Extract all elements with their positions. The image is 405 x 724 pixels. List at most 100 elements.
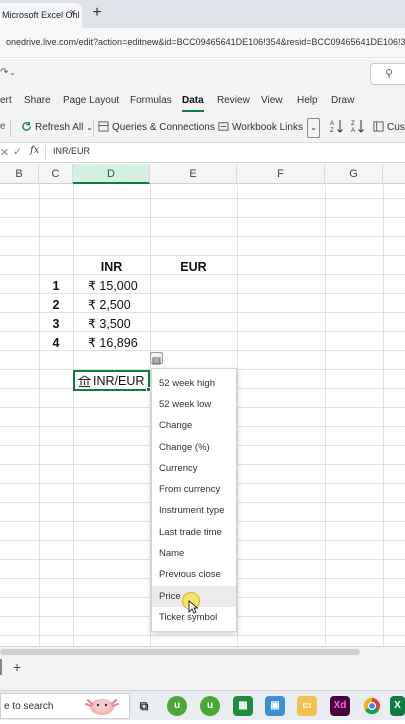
menu-item-change-percent[interactable]: Change (%) (152, 437, 236, 458)
formula-bar: ✕ ✓ fx INR/EUR (0, 143, 405, 163)
grid-line (0, 236, 405, 237)
formula-divider (45, 146, 46, 160)
selected-cell-d11[interactable]: INR/EUR (73, 370, 150, 391)
mouse-pointer-icon (188, 600, 198, 614)
task-view-icon[interactable]: ⧉ (134, 696, 154, 716)
svg-text:A: A (330, 121, 334, 127)
header-eur[interactable]: EUR (150, 258, 237, 277)
row-number-cell[interactable]: 1 (39, 277, 73, 296)
queries-connections-button[interactable]: Queries & Connections (98, 121, 215, 133)
column-header-f[interactable]: F (237, 164, 325, 184)
tab-formulas[interactable]: Formulas (130, 95, 172, 106)
search-box[interactable]: ⚲ (370, 63, 405, 85)
sheet-tab-divider (0, 659, 2, 675)
chevron-down-icon[interactable]: ⌄ (9, 68, 16, 77)
custom-sort-icon (373, 121, 384, 132)
inr-value-cell[interactable]: ₹ 3,500 (88, 315, 131, 334)
tab-review[interactable]: Review (217, 95, 250, 106)
insert-data-button[interactable] (150, 352, 163, 365)
sheet-tab-bar: + (0, 646, 405, 690)
menu-item-name[interactable]: Name (152, 543, 236, 564)
ribbon-fragment: e (0, 121, 6, 132)
insert-data-icon (152, 357, 161, 365)
svg-text:A: A (351, 128, 355, 133)
more-options-button[interactable]: ⌄ (307, 118, 320, 138)
grid-line (0, 635, 405, 636)
queries-label: Queries & Connections (112, 122, 215, 133)
address-bar[interactable]: onedrive.live.com/edit?action=editnew&id… (0, 28, 405, 58)
queries-icon (98, 121, 109, 132)
header-inr[interactable]: INR (73, 258, 150, 277)
new-tab-button[interactable]: + (88, 4, 106, 22)
row-number-cell[interactable]: 4 (39, 334, 73, 353)
chrome-icon[interactable] (362, 696, 382, 716)
tab-data[interactable]: Data (182, 95, 204, 106)
menu-item-instrument-type[interactable]: Instrument type (152, 500, 236, 521)
taskbar-search-text: e to search (4, 701, 54, 712)
tab-insert[interactable]: ert (0, 95, 12, 106)
ribbon-tabs: ert Share Page Layout Formulas Data Revi… (0, 89, 405, 113)
column-header-b[interactable]: B (0, 164, 39, 184)
search-icon: ⚲ (385, 68, 394, 80)
column-header-c[interactable]: C (39, 164, 73, 184)
excel-title-row: ↷ ⌄ ⚲ (0, 59, 405, 89)
horizontal-scrollbar[interactable] (0, 649, 360, 655)
chevron-down-icon: ⌄ (86, 123, 93, 132)
workbook-links-button[interactable]: Workbook Links (218, 121, 303, 133)
tab-page-layout[interactable]: Page Layout (63, 95, 119, 106)
inr-value-cell[interactable]: ₹ 16,896 (88, 334, 138, 353)
selected-cell-value: INR/EUR (93, 374, 145, 388)
inr-value-cell[interactable]: ₹ 15,000 (88, 277, 138, 296)
svg-text:Z: Z (351, 121, 355, 127)
upwork-icon[interactable]: u (167, 696, 187, 716)
menu-item-from-currency[interactable]: From currency (152, 479, 236, 500)
row-number-cell[interactable]: 2 (39, 296, 73, 315)
formula-input[interactable]: INR/EUR (53, 146, 90, 156)
ribbon-divider (10, 119, 11, 137)
column-headers: B C D E F G (0, 164, 405, 184)
grid-line (0, 255, 405, 256)
excel-icon[interactable]: X (390, 696, 405, 716)
refresh-icon (22, 121, 31, 131)
ribbon-divider (93, 119, 94, 137)
menu-item-52-week-low[interactable]: 52 week low (152, 394, 236, 415)
google-sheets-icon[interactable]: ▦ (233, 696, 253, 716)
redo-icon[interactable]: ↷ (0, 67, 8, 78)
row-number-cell[interactable]: 3 (39, 315, 73, 334)
adobe-xd-icon[interactable]: Xd (330, 696, 350, 716)
file-explorer-icon[interactable]: ▭ (297, 696, 317, 716)
menu-item-previous-close[interactable]: Previous close (152, 564, 236, 585)
photos-icon[interactable]: ▣ (265, 696, 285, 716)
inr-value-cell[interactable]: ₹ 2,500 (88, 296, 131, 315)
url-text[interactable]: onedrive.live.com/edit?action=editnew&id… (6, 37, 405, 47)
workbook-links-label: Workbook Links (232, 122, 303, 133)
tab-view[interactable]: View (261, 95, 283, 106)
confirm-icon[interactable]: ✓ (13, 145, 22, 158)
column-header-d[interactable]: D (73, 164, 150, 184)
tab-share[interactable]: Share (24, 95, 51, 106)
sort-ascending-icon[interactable]: AZ (330, 119, 343, 136)
upwork-icon[interactable]: u (200, 696, 220, 716)
column-header-g[interactable]: G (325, 164, 383, 184)
tab-draw[interactable]: Draw (331, 95, 354, 106)
close-tab-icon[interactable]: × (66, 6, 80, 20)
insert-function-icon[interactable]: fx (30, 145, 39, 156)
svg-text:Z: Z (330, 128, 334, 133)
custom-sort-button[interactable]: Cust (373, 121, 405, 133)
tab-help[interactable]: Help (297, 95, 318, 106)
grid-line (0, 217, 405, 218)
menu-item-change[interactable]: Change (152, 415, 236, 436)
menu-item-52-week-high[interactable]: 52 week high (152, 373, 236, 394)
add-sheet-button[interactable]: + (13, 659, 21, 675)
active-tab-indicator (182, 110, 204, 112)
sort-descending-icon[interactable]: ZA (351, 119, 364, 136)
menu-item-currency[interactable]: Currency (152, 458, 236, 479)
browser-tab-strip: Microsoft Excel Onl × + (0, 0, 405, 28)
column-header-e[interactable]: E (150, 164, 237, 184)
menu-item-last-trade-time[interactable]: Last trade time (152, 522, 236, 543)
cancel-icon[interactable]: ✕ (0, 146, 9, 159)
grid-line (0, 198, 405, 199)
currency-data-type-icon[interactable] (78, 375, 91, 388)
refresh-all-button[interactable]: Refresh All ⌄ (21, 121, 93, 133)
axolotl-search-highlight-icon (85, 699, 119, 715)
